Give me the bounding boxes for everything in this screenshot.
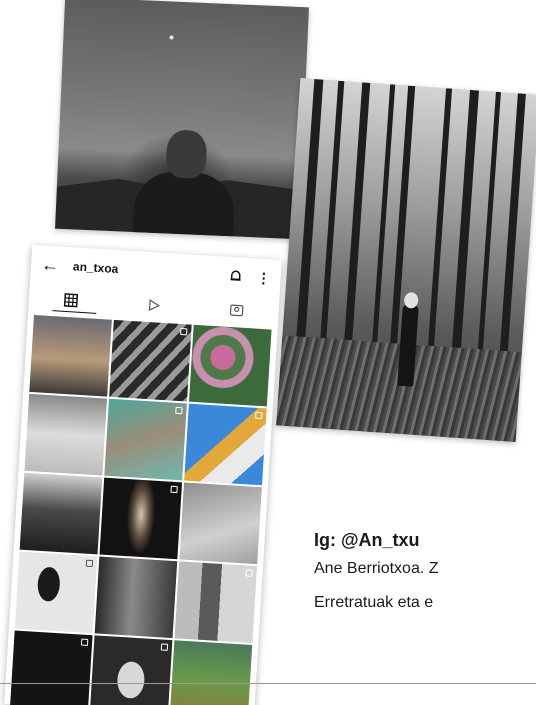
grid-tile[interactable] <box>19 472 103 555</box>
portrait-dusk-photo <box>55 0 309 240</box>
grid-tile[interactable] <box>104 398 187 481</box>
multiple-posts-icon <box>245 569 253 577</box>
instagram-profile-screenshot: ← an_txoa ⋮ <box>4 244 282 705</box>
forest-photo <box>276 78 536 442</box>
grid-tile[interactable] <box>99 477 183 560</box>
moon <box>169 35 174 40</box>
profile-username: an_txoa <box>72 259 119 277</box>
multiple-posts-icon <box>170 485 178 494</box>
bottom-rule <box>0 683 536 684</box>
person-head <box>165 129 208 180</box>
person-body <box>132 170 236 240</box>
tagged-icon[interactable] <box>230 303 245 318</box>
grid-tile[interactable] <box>184 403 267 486</box>
grid-tile[interactable] <box>14 551 98 634</box>
grid-tile[interactable] <box>24 393 108 476</box>
grid-tile[interactable] <box>109 319 192 402</box>
more-vertical-icon[interactable]: ⋮ <box>256 269 271 287</box>
multiple-posts-icon <box>255 411 263 420</box>
multiple-posts-icon <box>85 559 94 568</box>
multiple-posts-icon <box>80 638 89 646</box>
grid-tile[interactable] <box>179 482 262 565</box>
photo-grid <box>9 315 272 705</box>
grid-icon[interactable] <box>63 293 78 308</box>
multiple-posts-icon <box>180 328 188 336</box>
caption-block: Ig: @An_txu Ane Berriotxoa. Z Erretratua… <box>314 528 439 620</box>
grid-tile[interactable] <box>188 324 272 407</box>
reels-play-icon[interactable] <box>146 298 161 313</box>
bell-icon[interactable] <box>228 269 243 284</box>
caption-line-1: Ane Berriotxoa. Z <box>314 560 439 577</box>
grid-tile[interactable] <box>174 561 258 643</box>
caption-line-2: Erretratuak eta e <box>314 594 434 611</box>
instagram-handle: Ig: @An_txu <box>314 530 420 550</box>
grid-tile[interactable] <box>169 640 253 705</box>
arrow-left-icon[interactable]: ← <box>40 254 65 276</box>
multiple-posts-icon <box>160 643 169 651</box>
grid-tile[interactable] <box>94 556 178 639</box>
multiple-posts-icon <box>175 406 183 415</box>
grid-tile[interactable] <box>89 635 173 705</box>
grid-tile[interactable] <box>29 315 112 397</box>
grid-tile[interactable] <box>9 630 93 705</box>
